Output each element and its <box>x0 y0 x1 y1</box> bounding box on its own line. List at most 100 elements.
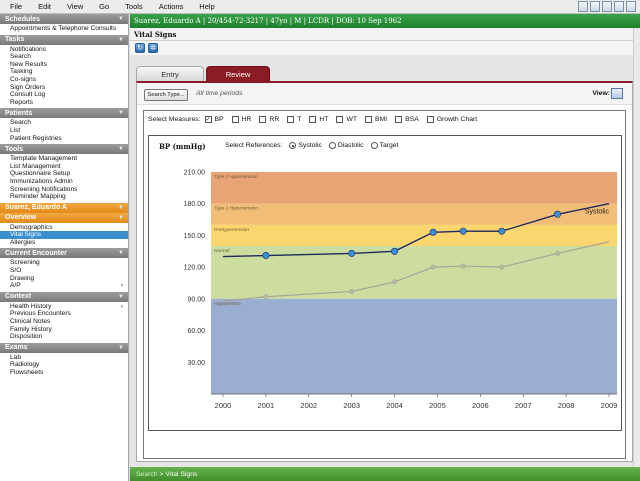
reference-radio[interactable]: Diastolic <box>328 142 364 149</box>
checkbox-icon[interactable] <box>309 116 317 123</box>
sidebar-section-header[interactable]: Exams ▼ <box>0 342 128 353</box>
print-icon[interactable] <box>602 1 612 12</box>
list-icon[interactable] <box>614 1 624 12</box>
collapse-arrow-icon[interactable]: ▼ <box>118 205 124 211</box>
tab-entry[interactable]: Entry <box>136 66 204 82</box>
sidebar-item[interactable]: Previous Encounters <box>10 310 128 318</box>
measure-checkbox[interactable]: T <box>287 116 301 123</box>
sidebar-item[interactable]: Sign Orders <box>10 84 128 92</box>
sidebar-item[interactable]: Tasking <box>10 68 128 76</box>
measure-checkbox[interactable]: BMI <box>365 116 387 123</box>
sidebar-item[interactable]: Flowsheets <box>10 369 128 377</box>
measure-checkbox[interactable]: HR <box>231 116 251 123</box>
sidebar-item[interactable]: Demographics <box>10 224 128 232</box>
sidebar-item[interactable]: Template Management <box>10 155 128 163</box>
sidebar-section-title: Suarez, Eduardo A <box>5 204 67 212</box>
collapse-arrow-icon[interactable]: ▼ <box>118 110 124 116</box>
window-icon[interactable] <box>626 1 636 12</box>
measure-checkbox[interactable]: ✓ BP <box>204 116 224 123</box>
checkbox-icon[interactable] <box>287 116 295 123</box>
sidebar-item[interactable]: A/P › <box>10 282 128 290</box>
sidebar-section-header[interactable]: Patients ▼ <box>0 108 128 119</box>
radio-icon[interactable] <box>289 142 297 149</box>
sidebar-section-header[interactable]: Context ▼ <box>0 291 128 302</box>
reference-band <box>211 224 617 246</box>
measure-checkbox[interactable]: HT <box>309 116 328 123</box>
collapse-arrow-icon[interactable]: ▼ <box>118 250 124 256</box>
menu-tools[interactable]: Tools <box>125 2 143 11</box>
checkbox-icon[interactable] <box>426 116 434 123</box>
menu-file[interactable]: File <box>10 2 22 11</box>
reference-radio[interactable]: Target <box>370 142 398 149</box>
collapse-arrow-icon[interactable]: ▼ <box>118 37 124 43</box>
sidebar-section-header[interactable]: Current Encounter ▼ <box>0 248 128 259</box>
sidebar-item[interactable]: List Management <box>10 163 128 171</box>
measure-checkbox[interactable]: RR <box>259 116 279 123</box>
sidebar-item[interactable]: S/O <box>10 267 128 275</box>
sidebar-item[interactable]: Search <box>10 119 128 127</box>
checkbox-icon[interactable] <box>395 116 403 123</box>
collapse-arrow-icon[interactable]: ▼ <box>118 345 124 351</box>
sidebar-item[interactable]: Clinical Notes <box>10 318 128 326</box>
checkmark-icon[interactable]: ✓ <box>204 116 212 123</box>
sidebar-item[interactable]: Screening Notifications <box>10 186 128 194</box>
sidebar-item[interactable]: Reports <box>10 99 128 107</box>
band-label: Type 1 Hypertension <box>214 206 258 212</box>
checkbox-icon[interactable] <box>231 116 239 123</box>
search-type-button[interactable]: Search Type... <box>144 89 188 101</box>
grid-icon[interactable] <box>590 1 600 12</box>
checkbox-icon[interactable] <box>259 116 267 123</box>
sidebar-item[interactable]: Vital Signs <box>0 231 128 239</box>
radio-icon[interactable] <box>370 142 378 149</box>
sidebar-item[interactable]: Health History › <box>10 303 128 311</box>
sidebar-item[interactable]: Immunizations Admin <box>10 178 128 186</box>
menu-edit[interactable]: Edit <box>38 2 51 11</box>
checkbox-icon[interactable] <box>336 116 344 123</box>
sidebar-item[interactable]: Screening <box>10 259 128 267</box>
sidebar-section-header[interactable]: Tasks ▼ <box>0 34 128 45</box>
sidebar-item[interactable]: Consult Log <box>10 91 128 99</box>
menu-help[interactable]: Help <box>199 2 214 11</box>
sidebar-item[interactable]: Patient Registries <box>10 135 128 143</box>
sidebar-section-header[interactable]: Tools ▼ <box>0 144 128 155</box>
measure-checkbox[interactable]: Growth Chart <box>426 116 477 123</box>
sidebar-section-header[interactable]: Suarez, Eduardo A ▼ <box>0 202 128 213</box>
sidebar-item[interactable]: Reminder Mapping <box>10 193 128 201</box>
sidebar-item[interactable]: List <box>10 127 128 135</box>
radio-icon[interactable] <box>328 142 336 149</box>
sidebar-section-header[interactable]: Schedules ▼ <box>0 14 128 24</box>
sidebar-item[interactable]: Search <box>10 53 128 61</box>
menu-go[interactable]: Go <box>99 2 109 11</box>
sidebar-item[interactable]: Drawing <box>10 275 128 283</box>
reference-radio[interactable]: Systolic <box>289 142 322 149</box>
collapse-arrow-icon[interactable]: ▼ <box>118 146 124 152</box>
collapse-arrow-icon[interactable]: ▼ <box>118 294 124 300</box>
checkbox-icon[interactable] <box>365 116 373 123</box>
breadcrumb-search[interactable]: Search <box>136 471 158 478</box>
tab-review[interactable]: Review <box>206 66 270 82</box>
sidebar-item[interactable]: Disposition <box>10 333 128 341</box>
chart-view-icon[interactable] <box>611 88 623 99</box>
collapse-arrow-icon[interactable]: ▼ <box>118 16 124 22</box>
sidebar-item[interactable]: Questionnaire Setup <box>10 170 128 178</box>
sidebar-section-header[interactable]: Overview ▼ <box>0 212 128 223</box>
collapse-arrow-icon[interactable]: ▼ <box>118 215 124 221</box>
sidebar-section-title: Patients <box>5 109 33 117</box>
sidebar-item[interactable]: Radiology <box>10 361 128 369</box>
measure-checkbox[interactable]: WT <box>336 116 357 123</box>
settings-icon[interactable]: ✲ <box>148 43 158 53</box>
sidebar-item[interactable]: Lab <box>10 354 128 362</box>
diastolic-point <box>392 279 398 285</box>
sidebar-item[interactable]: Allergies <box>10 239 128 247</box>
sidebar-item[interactable]: New Results <box>10 61 128 69</box>
menu-actions[interactable]: Actions <box>159 2 184 11</box>
refresh-icon[interactable]: ↻ <box>135 43 145 53</box>
main-scrollbar[interactable] <box>633 28 640 481</box>
sidebar-item[interactable]: Notifications <box>10 46 128 54</box>
menu-view[interactable]: View <box>67 2 83 11</box>
measure-checkbox[interactable]: BSA <box>395 116 419 123</box>
sidebar-item[interactable]: Family History <box>10 326 128 334</box>
sidebar-item[interactable]: Appointments & Telephone Consults <box>10 25 128 33</box>
sidebar-item[interactable]: Co-signs <box>10 76 128 84</box>
calendar-icon[interactable] <box>578 1 588 12</box>
